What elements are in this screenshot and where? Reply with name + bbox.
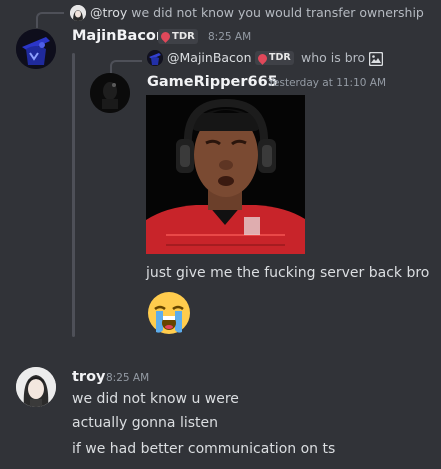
troy-message-line-2: actually gonna listen (72, 415, 219, 431)
troy-avatar[interactable] (16, 367, 56, 407)
inner-reply-mention[interactable]: @MajinBacon (167, 50, 252, 65)
tag-icon (159, 30, 172, 43)
gameripper-avatar[interactable] (90, 73, 130, 113)
majinbacon-mini-avatar[interactable] (147, 50, 163, 66)
loudly-crying-face-emoji[interactable] (146, 290, 192, 336)
gameripper-timestamp[interactable]: Yesterday at 11:10 AM (268, 76, 386, 90)
quote-bar (72, 53, 75, 337)
inner-reply-preview[interactable]: @MajinBacon (167, 50, 252, 66)
inner-reply-text: who is bro (301, 50, 366, 65)
tdr-tag[interactable]: TDR (158, 29, 198, 44)
troy-timestamp[interactable]: 8:25 AM (106, 371, 149, 385)
troy-message-line-3: if we had better communication on ts (72, 441, 336, 457)
inner-tdr-tag[interactable]: TDR (255, 51, 294, 65)
troy-username[interactable]: troy (72, 368, 106, 386)
tdr-tag-label: TDR (172, 31, 195, 42)
reply-mention[interactable]: @troy (90, 5, 127, 20)
majinbacon-username[interactable]: MajinBacon (72, 27, 166, 45)
troy-message-line-1: we did not know u were (72, 391, 239, 407)
inner-tag-icon (256, 52, 269, 65)
inner-tdr-tag-label: TDR (269, 52, 291, 63)
troy-mini-avatar[interactable] (70, 5, 86, 21)
top-reply-preview[interactable]: @troy we did not know you would transfer… (90, 5, 424, 21)
reply-connector (36, 12, 64, 28)
majinbacon-avatar[interactable] (16, 29, 56, 69)
majinbacon-timestamp[interactable]: 8:25 AM (208, 30, 251, 44)
attached-image[interactable] (146, 95, 305, 254)
quoted-message-text: just give me the fucking server back bro (146, 265, 430, 281)
image-icon (368, 51, 384, 67)
gameripper-username[interactable]: GameRipper665 (147, 73, 278, 91)
reply-text: we did not know you would transfer owner… (131, 5, 424, 20)
